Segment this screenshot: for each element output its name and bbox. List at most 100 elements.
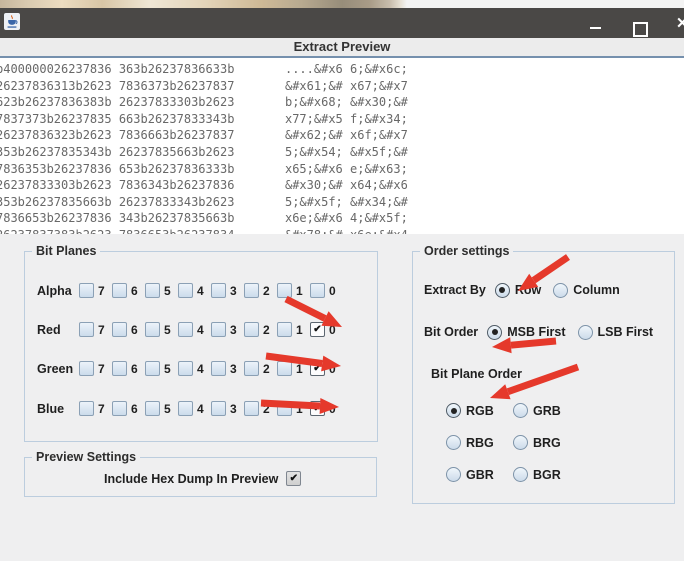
hex-line: b400000026237836 363b26237836633b ....&#… bbox=[0, 62, 408, 76]
bit-group: 1 bbox=[277, 283, 310, 298]
bit-plane-row-red: Red 7 6 5 4 3 2 1 ✔ 0 bbox=[37, 321, 343, 338]
bit-digit-label: 6 bbox=[131, 401, 138, 416]
checkbox-red-bit-2[interactable] bbox=[244, 322, 259, 337]
bit-group: 3 bbox=[211, 283, 244, 298]
radio-label: BRG bbox=[533, 435, 561, 450]
bit-digit-label: 0 bbox=[329, 361, 336, 376]
checkbox-green-bit-7[interactable] bbox=[79, 361, 94, 376]
bit-group: 0 bbox=[310, 283, 343, 298]
checkbox-blue-bit-5[interactable] bbox=[145, 401, 160, 416]
checkbox-red-bit-5[interactable] bbox=[145, 322, 160, 337]
radio-extract-by-column[interactable]: Column bbox=[553, 282, 620, 298]
bit-digit-label: 7 bbox=[98, 283, 105, 298]
checkbox-blue-bit-0[interactable]: ✔ bbox=[310, 401, 325, 416]
radio-label: Column bbox=[573, 283, 620, 297]
bit-digit-label: 0 bbox=[329, 322, 336, 337]
bit-digit-label: 2 bbox=[263, 401, 270, 416]
checkbox-red-bit-0[interactable]: ✔ bbox=[310, 322, 325, 337]
checkbox-green-bit-0[interactable]: ✔ bbox=[310, 361, 325, 376]
preview-settings-title: Preview Settings bbox=[32, 450, 141, 464]
hex-line: 26237836313b2623 7836373b26237837 &#x61;… bbox=[0, 78, 408, 93]
bit-group: 4 bbox=[178, 401, 211, 416]
checkbox-alpha-bit-6[interactable] bbox=[112, 283, 127, 298]
bit-digit-label: 5 bbox=[164, 361, 171, 376]
checkbox-blue-bit-2[interactable] bbox=[244, 401, 259, 416]
bit-digit-label: 7 bbox=[98, 401, 105, 416]
radio-button-icon bbox=[446, 467, 461, 482]
checkbox-blue-bit-1[interactable] bbox=[277, 401, 292, 416]
hex-line: 7836353b26237836 653b26237836333b x65;&#… bbox=[0, 161, 408, 176]
bit-digit-label: 4 bbox=[197, 322, 204, 337]
checkbox-red-bit-4[interactable] bbox=[178, 322, 193, 337]
bit-digit-label: 3 bbox=[230, 361, 237, 376]
radio-bit-plane-order-rgb[interactable]: RGB bbox=[446, 403, 501, 418]
close-button[interactable]: ✕ bbox=[676, 14, 684, 32]
radio-button-icon bbox=[487, 324, 503, 340]
bit-digit-label: 3 bbox=[230, 401, 237, 416]
bit-digit-label: 3 bbox=[230, 283, 237, 298]
bit-digit-label: 7 bbox=[98, 361, 105, 376]
minimize-button[interactable] bbox=[590, 27, 601, 29]
bit-group: ✔ 0 bbox=[310, 361, 343, 376]
bit-group: 1 bbox=[277, 361, 310, 376]
radio-bit-plane-order-brg[interactable]: BRG bbox=[513, 435, 561, 450]
checkbox-green-bit-2[interactable] bbox=[244, 361, 259, 376]
checkbox-red-bit-7[interactable] bbox=[79, 322, 94, 337]
bit-group: 7 bbox=[79, 401, 112, 416]
hex-line: 7837373b26237835 663b26237833343b x77;&#… bbox=[0, 111, 408, 126]
radio-bit-plane-order-grb[interactable]: GRB bbox=[513, 403, 561, 418]
radio-bit-plane-order-gbr[interactable]: GBR bbox=[446, 467, 501, 482]
extract-by-row: Extract By Row Column bbox=[424, 282, 632, 298]
checkbox-red-bit-1[interactable] bbox=[277, 322, 292, 337]
bit-group: ✔ 0 bbox=[310, 401, 343, 416]
checkbox-alpha-bit-2[interactable] bbox=[244, 283, 259, 298]
checkbox-alpha-bit-3[interactable] bbox=[211, 283, 226, 298]
checkbox-red-bit-6[interactable] bbox=[112, 322, 127, 337]
checkbox-alpha-bit-0[interactable] bbox=[310, 283, 325, 298]
radio-label: LSB First bbox=[597, 325, 654, 339]
hex-line: 353b26237835343b 26237835663b2623 5;&#x5… bbox=[0, 144, 408, 159]
checkbox-green-bit-4[interactable] bbox=[178, 361, 193, 376]
radio-bit-order-lsb-first[interactable]: LSB First bbox=[577, 324, 654, 340]
bit-plane-order-label: Bit Plane Order bbox=[431, 367, 522, 381]
include-hex-dump-checkbox[interactable]: ✔ bbox=[286, 471, 302, 486]
radio-bit-plane-order-bgr[interactable]: BGR bbox=[513, 467, 561, 482]
radio-label: RGB bbox=[466, 403, 494, 418]
checkbox-blue-bit-3[interactable] bbox=[211, 401, 226, 416]
hex-dump-area[interactable]: b400000026237836 363b26237836633b ....&#… bbox=[0, 58, 684, 234]
checkbox-blue-bit-4[interactable] bbox=[178, 401, 193, 416]
bit-plane-row-label: Red bbox=[37, 322, 61, 337]
radio-button-icon bbox=[494, 282, 510, 298]
bit-digit-label: 0 bbox=[329, 401, 336, 416]
maximize-button[interactable] bbox=[633, 22, 648, 37]
checkbox-alpha-bit-5[interactable] bbox=[145, 283, 160, 298]
checkbox-blue-bit-7[interactable] bbox=[79, 401, 94, 416]
bit-digit-label: 6 bbox=[131, 361, 138, 376]
bit-digit-label: 1 bbox=[296, 401, 303, 416]
bit-group: 4 bbox=[178, 322, 211, 337]
java-coffee-cup-icon bbox=[4, 13, 20, 30]
bit-group: 6 bbox=[112, 322, 145, 337]
bit-digit-label: 1 bbox=[296, 322, 303, 337]
checkbox-alpha-bit-4[interactable] bbox=[178, 283, 193, 298]
checkbox-alpha-bit-1[interactable] bbox=[277, 283, 292, 298]
radio-extract-by-row[interactable]: Row bbox=[494, 282, 541, 298]
bit-group: 3 bbox=[211, 361, 244, 376]
bit-digit-label: 1 bbox=[296, 361, 303, 376]
checkbox-green-bit-3[interactable] bbox=[211, 361, 226, 376]
checkbox-blue-bit-6[interactable] bbox=[112, 401, 127, 416]
bit-group: ✔ 0 bbox=[310, 322, 343, 337]
checkbox-green-bit-5[interactable] bbox=[145, 361, 160, 376]
checkbox-green-bit-1[interactable] bbox=[277, 361, 292, 376]
bit-digit-label: 4 bbox=[197, 401, 204, 416]
radio-bit-plane-order-rbg[interactable]: RBG bbox=[446, 435, 501, 450]
checkbox-alpha-bit-7[interactable] bbox=[79, 283, 94, 298]
bit-group: 6 bbox=[112, 283, 145, 298]
radio-button-icon bbox=[446, 403, 461, 418]
bit-digit-label: 3 bbox=[230, 322, 237, 337]
bit-group: 5 bbox=[145, 401, 178, 416]
radio-bit-order-msb-first[interactable]: MSB First bbox=[487, 324, 566, 340]
checkbox-red-bit-3[interactable] bbox=[211, 322, 226, 337]
radio-button-icon bbox=[577, 324, 593, 340]
checkbox-green-bit-6[interactable] bbox=[112, 361, 127, 376]
